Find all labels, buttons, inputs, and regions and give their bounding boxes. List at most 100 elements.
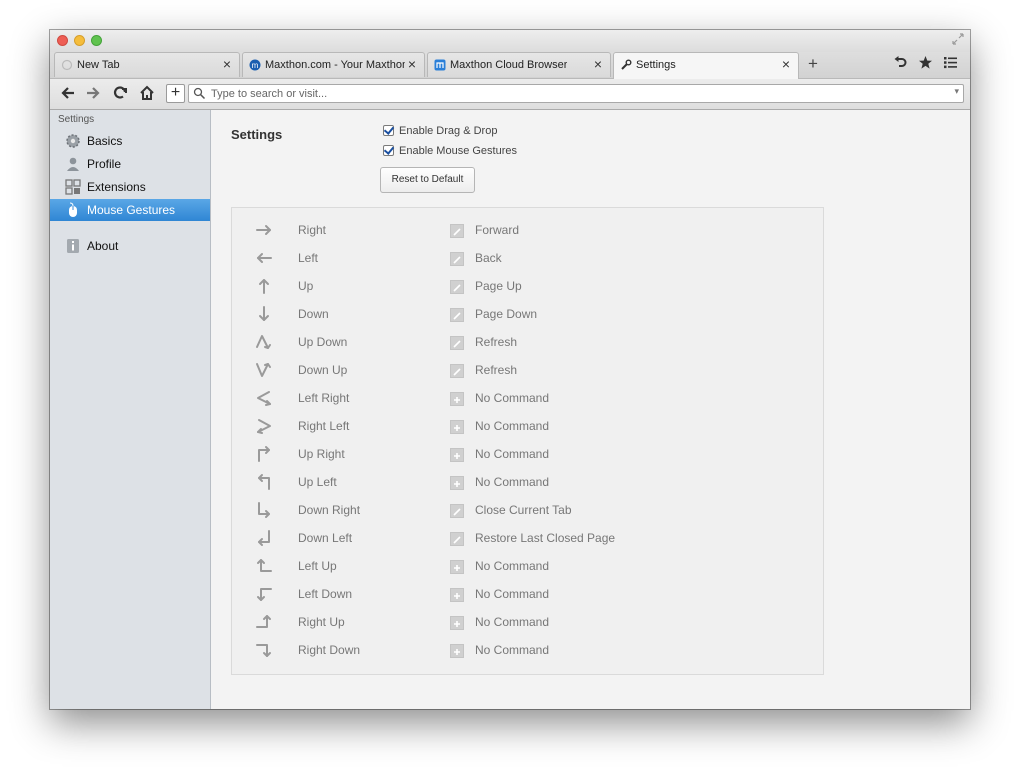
gesture-command[interactable]: No Command (475, 419, 549, 433)
option-label: Enable Drag & Drop (399, 125, 498, 137)
gesture-command[interactable]: No Command (475, 391, 549, 405)
gesture-command[interactable]: No Command (475, 475, 549, 489)
gesture-command[interactable]: Close Current Tab (475, 503, 572, 517)
add-command-icon[interactable] (450, 476, 464, 490)
undo-icon[interactable] (893, 55, 908, 74)
tab-close-button[interactable]: × (408, 56, 416, 72)
arrow-down-right-icon (254, 500, 274, 520)
tab-close-button[interactable]: × (223, 56, 231, 72)
navigation-bar: + ▾ (50, 79, 970, 110)
gesture-command[interactable]: Page Up (475, 279, 522, 293)
sidebar-item-profile[interactable]: Profile (50, 153, 210, 175)
option-mouse-gestures[interactable]: Enable Mouse Gestures (383, 145, 517, 157)
gear-icon (65, 133, 81, 149)
gesture-command[interactable]: Restore Last Closed Page (475, 531, 615, 545)
tab-label: Maxthon.com - Your Maxthon (265, 59, 405, 71)
tab-settings[interactable]: Settings × (613, 52, 799, 79)
arrow-left-up-icon (254, 556, 274, 576)
dropdown-arrow-icon[interactable]: ▾ (954, 86, 959, 97)
gesture-name: Left Right (298, 391, 350, 405)
sidebar-item-label: About (87, 239, 119, 253)
url-input[interactable] (211, 86, 931, 101)
gesture-command[interactable]: No Command (475, 643, 549, 657)
add-command-icon[interactable] (450, 644, 464, 658)
star-icon[interactable] (918, 55, 933, 74)
gesture-list: Right Forward Left Back Up Page Up Down (231, 207, 824, 675)
sidebar-item-label: Mouse Gestures (87, 203, 176, 217)
arrow-right-icon (254, 220, 274, 240)
browser-window: New Tab × m Maxthon.com - Your Maxthon ×… (50, 30, 970, 709)
tab-label: Settings (636, 59, 676, 71)
gesture-name: Left Up (298, 559, 337, 573)
sidebar-item-basics[interactable]: Basics (50, 130, 210, 152)
menu-icon[interactable] (943, 55, 958, 74)
sidebar-item-extensions[interactable]: Extensions (50, 176, 210, 198)
add-command-icon[interactable] (450, 560, 464, 574)
gesture-row: Right Up No Command (232, 608, 823, 636)
add-button[interactable]: + (166, 84, 185, 103)
gesture-command[interactable]: No Command (475, 559, 549, 573)
drag-drop-checkbox[interactable] (383, 125, 394, 136)
mouse-gestures-checkbox[interactable] (383, 145, 394, 156)
gesture-command[interactable]: Forward (475, 223, 519, 237)
tab-maxthon-com[interactable]: m Maxthon.com - Your Maxthon × (242, 52, 425, 77)
edit-command-icon[interactable] (450, 224, 464, 238)
svg-text:m: m (252, 61, 259, 70)
gesture-row: Right Forward (232, 216, 823, 244)
reset-to-default-button[interactable]: Reset to Default (380, 167, 475, 193)
add-command-icon[interactable] (450, 448, 464, 462)
gesture-command[interactable]: Refresh (475, 363, 517, 377)
arrow-right-up-icon (254, 612, 274, 632)
home-icon[interactable] (139, 83, 155, 108)
sidebar-item-label: Basics (87, 134, 123, 148)
spinner-icon (61, 59, 73, 71)
edit-command-icon[interactable] (450, 504, 464, 518)
edit-command-icon[interactable] (450, 280, 464, 294)
add-command-icon[interactable] (450, 616, 464, 630)
gesture-row: Down Page Down (232, 300, 823, 328)
gesture-command[interactable]: No Command (475, 447, 549, 461)
gesture-command[interactable]: No Command (475, 615, 549, 629)
tab-close-button[interactable]: × (594, 56, 602, 72)
tab-close-button[interactable]: × (782, 56, 790, 72)
gesture-command[interactable]: Refresh (475, 335, 517, 349)
back-icon[interactable] (60, 83, 76, 108)
extensions-icon (65, 179, 81, 195)
add-command-icon[interactable] (450, 588, 464, 602)
gesture-row: Up Left No Command (232, 468, 823, 496)
address-bar[interactable]: ▾ (188, 84, 964, 103)
gesture-row: Left Up No Command (232, 552, 823, 580)
refresh-icon[interactable] (112, 83, 128, 108)
edit-command-icon[interactable] (450, 532, 464, 546)
edit-command-icon[interactable] (450, 308, 464, 322)
gesture-command[interactable]: Page Down (475, 307, 537, 321)
option-drag-drop[interactable]: Enable Drag & Drop (383, 125, 497, 137)
fullscreen-icon[interactable] (952, 33, 964, 48)
sidebar-item-about[interactable]: About (50, 235, 210, 257)
new-tab-button[interactable]: + (808, 54, 818, 74)
title-bar (50, 30, 970, 52)
sidebar-item-mouse-gestures[interactable]: Mouse Gestures (50, 199, 210, 221)
gesture-command[interactable]: No Command (475, 587, 549, 601)
gesture-row: Down Left Restore Last Closed Page (232, 524, 823, 552)
tab-maxthon-cloud[interactable]: Maxthon Cloud Browser × (427, 52, 611, 77)
add-command-icon[interactable] (450, 392, 464, 406)
window-zoom-button[interactable] (91, 35, 102, 46)
wrench-icon (620, 59, 632, 71)
add-command-icon[interactable] (450, 420, 464, 434)
maxthon-cloud-icon (434, 59, 446, 71)
option-label: Enable Mouse Gestures (399, 145, 518, 157)
window-minimize-button[interactable] (74, 35, 85, 46)
edit-command-icon[interactable] (450, 252, 464, 266)
gesture-row: Left Back (232, 244, 823, 272)
edit-command-icon[interactable] (450, 336, 464, 350)
arrow-left-icon (254, 248, 274, 268)
edit-command-icon[interactable] (450, 364, 464, 378)
arrow-right-left-icon (254, 416, 274, 436)
arrow-down-left-icon (254, 528, 274, 548)
tab-new-tab[interactable]: New Tab × (54, 52, 240, 77)
window-close-button[interactable] (57, 35, 68, 46)
gesture-command[interactable]: Back (475, 251, 502, 265)
gesture-name: Right Down (298, 643, 361, 657)
forward-icon[interactable] (85, 83, 101, 108)
